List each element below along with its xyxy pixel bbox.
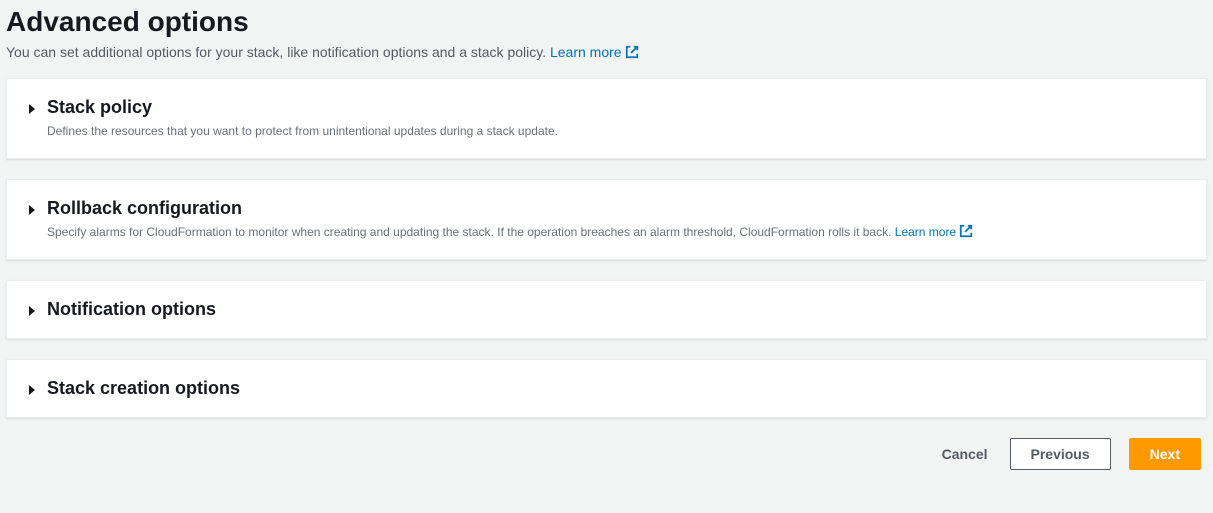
notification-toggle[interactable]: Notification options: [27, 299, 1186, 320]
stack-policy-toggle[interactable]: Stack policy Defines the resources that …: [27, 97, 1186, 140]
page-title: Advanced options: [6, 6, 1207, 38]
rollback-learn-more-link[interactable]: Learn more: [895, 225, 973, 239]
rollback-title: Rollback configuration: [47, 198, 1186, 219]
rollback-desc: Specify alarms for CloudFormation to mon…: [47, 223, 1186, 241]
caret-right-icon: [27, 204, 37, 216]
stack-creation-panel: Stack creation options: [6, 359, 1207, 418]
stack-policy-title: Stack policy: [47, 97, 1186, 118]
page-subtitle-text: You can set additional options for your …: [6, 44, 550, 60]
external-link-icon: [625, 45, 639, 59]
panel-content: Stack policy Defines the resources that …: [47, 97, 1186, 140]
panel-content: Stack creation options: [47, 378, 1186, 399]
panel-content: Rollback configuration Specify alarms fo…: [47, 198, 1186, 241]
rollback-desc-text: Specify alarms for CloudFormation to mon…: [47, 225, 895, 239]
footer-actions: Cancel Previous Next: [6, 438, 1207, 470]
stack-creation-title: Stack creation options: [47, 378, 1186, 399]
previous-button[interactable]: Previous: [1010, 438, 1111, 470]
caret-right-icon: [27, 103, 37, 115]
notification-panel: Notification options: [6, 280, 1207, 339]
learn-more-link[interactable]: Learn more: [550, 44, 639, 60]
learn-more-label: Learn more: [550, 44, 622, 60]
external-link-icon: [959, 224, 973, 238]
stack-policy-panel: Stack policy Defines the resources that …: [6, 78, 1207, 159]
cancel-button[interactable]: Cancel: [938, 438, 992, 470]
stack-policy-desc: Defines the resources that you want to p…: [47, 122, 1186, 140]
rollback-panel: Rollback configuration Specify alarms fo…: [6, 179, 1207, 260]
caret-right-icon: [27, 305, 37, 317]
stack-creation-toggle[interactable]: Stack creation options: [27, 378, 1186, 399]
rollback-learn-more-label: Learn more: [895, 225, 956, 239]
caret-right-icon: [27, 384, 37, 396]
notification-title: Notification options: [47, 299, 1186, 320]
panel-content: Notification options: [47, 299, 1186, 320]
page-subtitle: You can set additional options for your …: [6, 44, 1207, 60]
next-button[interactable]: Next: [1129, 438, 1201, 470]
rollback-toggle[interactable]: Rollback configuration Specify alarms fo…: [27, 198, 1186, 241]
